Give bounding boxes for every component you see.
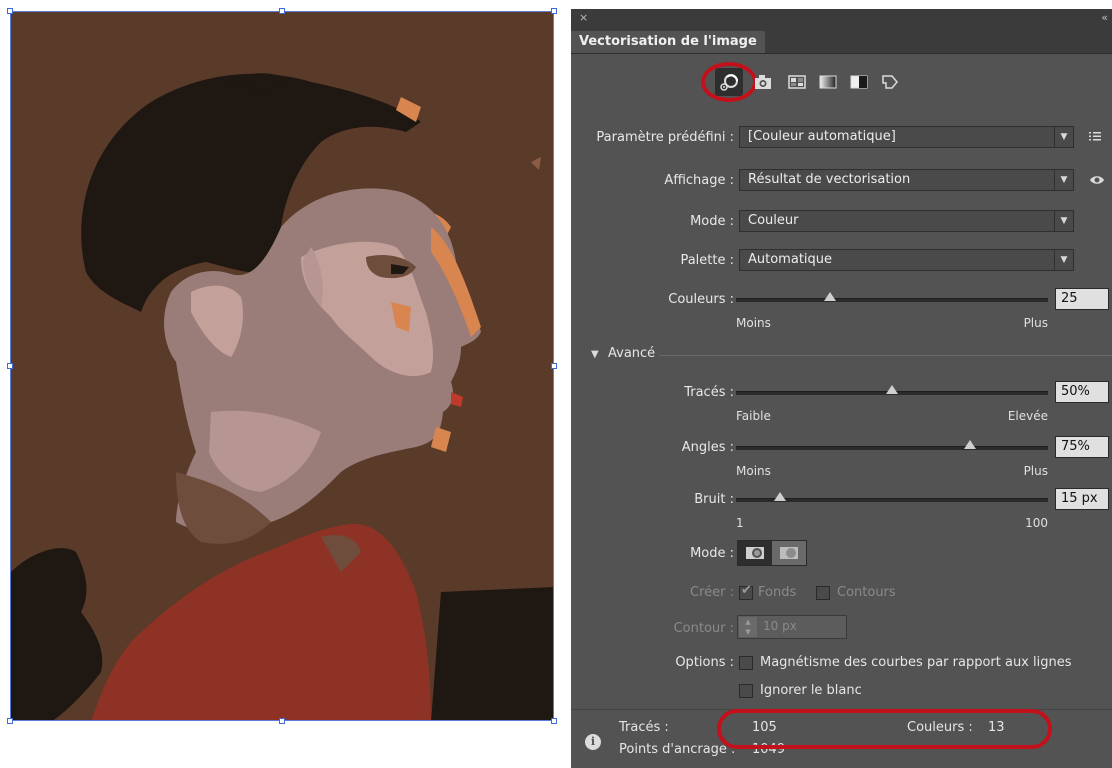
noise-slider-thumb[interactable] — [773, 492, 786, 501]
chevron-down-icon: ▼ — [1054, 211, 1073, 231]
low-color-icon[interactable] — [783, 68, 811, 96]
info-icon: i — [585, 734, 601, 750]
noise-min-label: 1 — [736, 516, 744, 530]
corners-label: Angles : — [681, 440, 734, 455]
ignore-white-checkbox[interactable] — [739, 684, 753, 698]
colors-slider-thumb[interactable] — [823, 292, 836, 301]
snap-curves-label: Magnétisme des courbes par rapport aux l… — [760, 655, 1072, 670]
tab-image-trace[interactable]: Vectorisation de l'image — [571, 31, 765, 53]
method-label: Mode : — [690, 546, 734, 561]
chevron-down-icon: ▼ — [1054, 250, 1073, 270]
options-label: Options : — [675, 655, 734, 670]
view-value: Résultat de vectorisation — [748, 172, 911, 187]
paths-min-label: Faible — [736, 409, 771, 423]
outline-icon[interactable] — [876, 68, 904, 96]
corners-slider-track[interactable] — [736, 446, 1048, 450]
grayscale-icon[interactable] — [814, 68, 842, 96]
selection-handle[interactable] — [279, 718, 285, 724]
preset-value: [Couleur automatique] — [748, 129, 896, 144]
info-highlight-ring — [717, 709, 1052, 749]
image-trace-panel: × « Vectorisation de l'image Paramètre p… — [571, 9, 1112, 768]
stroke-label: Contour : — [673, 621, 734, 636]
advanced-label[interactable]: Avancé — [608, 346, 655, 361]
selection-handle[interactable] — [7, 718, 13, 724]
info-anchors-label: Points d'ancrage : — [619, 742, 736, 757]
noise-label: Bruit : — [694, 492, 734, 507]
advanced-triangle-icon[interactable]: ▼ — [591, 349, 599, 360]
vectorized-portrait — [11, 12, 553, 720]
method-toggle — [737, 540, 807, 566]
palette-value: Automatique — [748, 252, 833, 267]
selection-handle[interactable] — [551, 363, 557, 369]
paths-label: Tracés : — [684, 385, 734, 400]
strokes-label: Contours — [837, 585, 896, 600]
collapse-icon[interactable]: « — [1101, 11, 1108, 24]
info-paths-label: Tracés : — [619, 720, 669, 735]
advanced-divider — [659, 355, 1112, 356]
snap-curves-checkbox[interactable] — [739, 656, 753, 670]
corners-min-label: Moins — [736, 464, 771, 478]
colors-slider-track[interactable] — [736, 298, 1048, 302]
fills-label: Fonds — [758, 585, 797, 600]
chevron-down-icon: ▼ — [1054, 127, 1073, 147]
mode-label: Mode : — [690, 214, 734, 229]
overlapping-method-icon[interactable] — [772, 541, 806, 565]
noise-max-label: 100 — [1025, 516, 1048, 530]
colors-max-label: Plus — [1023, 316, 1048, 330]
preset-dropdown[interactable]: [Couleur automatique] ▼ — [739, 126, 1074, 148]
vectorized-image[interactable] — [10, 11, 554, 721]
preset-menu-icon[interactable] — [1088, 129, 1102, 143]
mode-dropdown[interactable]: Couleur ▼ — [739, 210, 1074, 232]
stroke-value: 10 px — [763, 619, 797, 633]
preset-icon-bar — [701, 62, 968, 102]
selection-handle[interactable] — [279, 8, 285, 14]
preset-label: Paramètre prédéfini : — [596, 130, 734, 145]
paths-max-label: Elevée — [1007, 409, 1048, 423]
ignore-white-label: Ignorer le blanc — [760, 683, 862, 698]
abutting-method-icon[interactable] — [738, 541, 772, 565]
view-dropdown[interactable]: Résultat de vectorisation ▼ — [739, 169, 1074, 191]
palette-dropdown[interactable]: Automatique ▼ — [739, 249, 1074, 271]
check-icon: ✔ — [741, 583, 752, 598]
chevron-down-icon: ▼ — [1054, 170, 1073, 190]
stepper-arrows-icon[interactable]: ▲ ▼ — [739, 617, 757, 637]
view-label: Affichage : — [664, 173, 734, 188]
auto-color-icon[interactable] — [715, 68, 743, 96]
artwork-canvas — [7, 8, 557, 724]
noise-value-field[interactable]: 15 px — [1055, 488, 1109, 510]
create-label: Créer : — [690, 585, 734, 600]
palette-label: Palette : — [680, 253, 734, 268]
corners-slider-thumb[interactable] — [964, 440, 976, 449]
black-white-icon[interactable] — [845, 68, 873, 96]
eye-icon[interactable] — [1089, 174, 1105, 186]
close-icon[interactable]: × — [579, 11, 588, 24]
stroke-stepper[interactable]: ▲ ▼ 10 px — [737, 615, 847, 639]
corners-value-field[interactable]: 75% — [1055, 436, 1109, 458]
selection-handle[interactable] — [7, 8, 13, 14]
colors-label: Couleurs : — [668, 292, 734, 307]
selection-handle[interactable] — [7, 363, 13, 369]
panel-title-bar: × « — [571, 9, 1112, 29]
panel-tab-bar: Vectorisation de l'image — [571, 29, 1112, 54]
corners-max-label: Plus — [1023, 464, 1048, 478]
high-color-icon[interactable] — [749, 68, 777, 96]
colors-value-field[interactable]: 25 — [1055, 288, 1109, 310]
fills-checkbox[interactable]: ✔ — [739, 583, 753, 600]
colors-min-label: Moins — [736, 316, 771, 330]
strokes-checkbox[interactable] — [816, 586, 830, 600]
selection-handle[interactable] — [551, 8, 557, 14]
paths-value-field[interactable]: 50% — [1055, 381, 1109, 403]
mode-value: Couleur — [748, 213, 799, 228]
paths-slider-thumb[interactable] — [886, 385, 898, 394]
selection-handle[interactable] — [551, 718, 557, 724]
